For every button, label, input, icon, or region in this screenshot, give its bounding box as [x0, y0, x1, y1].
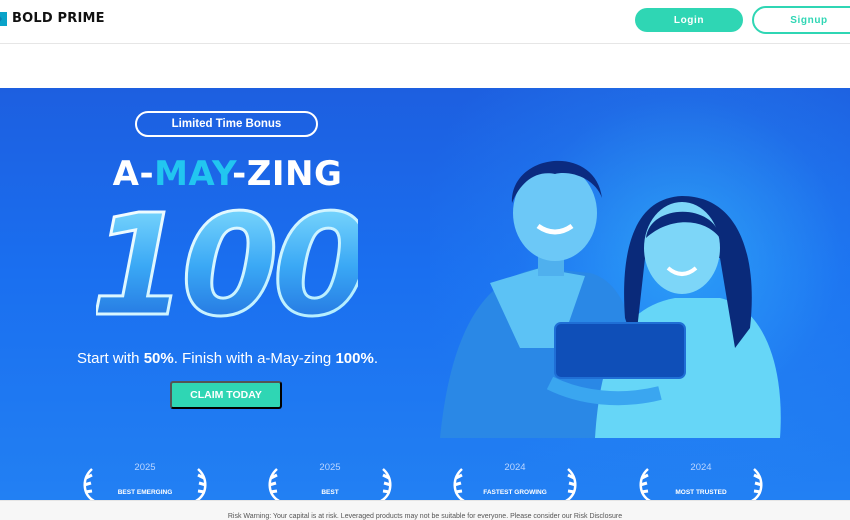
sub-part-4: 100%	[335, 350, 374, 367]
logo-icon	[0, 11, 7, 26]
award-item: 2025 BEST	[265, 458, 395, 500]
promo-headline: A-MAY-ZING	[0, 154, 455, 194]
claim-today-button[interactable]: CLAIM TODAY	[170, 381, 282, 409]
brand-name: BOLD PRIME	[12, 11, 105, 26]
top-navbar: BOLD PRIME Login Signup	[0, 0, 850, 44]
award-year: 2024	[690, 462, 712, 473]
award-title: BEST EMERGING	[117, 489, 173, 496]
limited-time-badge: Limited Time Bonus	[135, 111, 318, 137]
awards-row: 2025 BEST EMERGING 2025 BEST 2024 FASTES…	[0, 458, 850, 500]
laurel-icon	[195, 468, 207, 500]
headline-prefix: A-	[112, 154, 155, 194]
headline-highlight: MAY	[154, 154, 233, 194]
award-year: 2024	[504, 462, 526, 473]
hero-people-illustration	[440, 160, 781, 438]
sub-part-2: 50%	[143, 350, 174, 367]
page: BOLD PRIME Login Signup Limited Time Bon…	[0, 0, 850, 520]
laurel-icon	[751, 468, 763, 500]
promo-subtext: Start with 50%. Finish with a-May-zing 1…	[0, 350, 455, 367]
sub-part-5: .	[373, 350, 378, 367]
login-button[interactable]: Login	[635, 8, 743, 32]
award-title: MOST TRUSTED	[675, 489, 727, 496]
headline-suffix: -ZING	[232, 154, 343, 194]
award-item: 2025 BEST EMERGING	[80, 458, 210, 500]
sub-part-1: Start with	[77, 350, 144, 367]
promo-hero-banner[interactable]: Limited Time Bonus A-MAY-ZING 100 Start …	[0, 88, 850, 500]
award-title: BEST	[321, 489, 339, 496]
brand-logo[interactable]: BOLD PRIME	[0, 11, 105, 26]
laurel-icon	[565, 468, 577, 500]
award-item: 2024 FASTEST GROWING	[450, 458, 580, 500]
risk-warning-bar: Risk Warning: Your capital is at risk. L…	[0, 500, 850, 520]
award-year: 2025	[134, 462, 156, 473]
big-number-text: 100	[96, 196, 358, 324]
sub-part-3: . Finish with a-May-zing	[173, 350, 336, 367]
signup-button[interactable]: Signup	[752, 6, 850, 34]
big-100-graphic: 100	[96, 196, 358, 324]
laurel-icon	[380, 468, 392, 500]
award-title: FASTEST GROWING	[483, 489, 547, 496]
award-year: 2025	[319, 462, 341, 473]
award-item: 2024 MOST TRUSTED	[636, 458, 766, 500]
